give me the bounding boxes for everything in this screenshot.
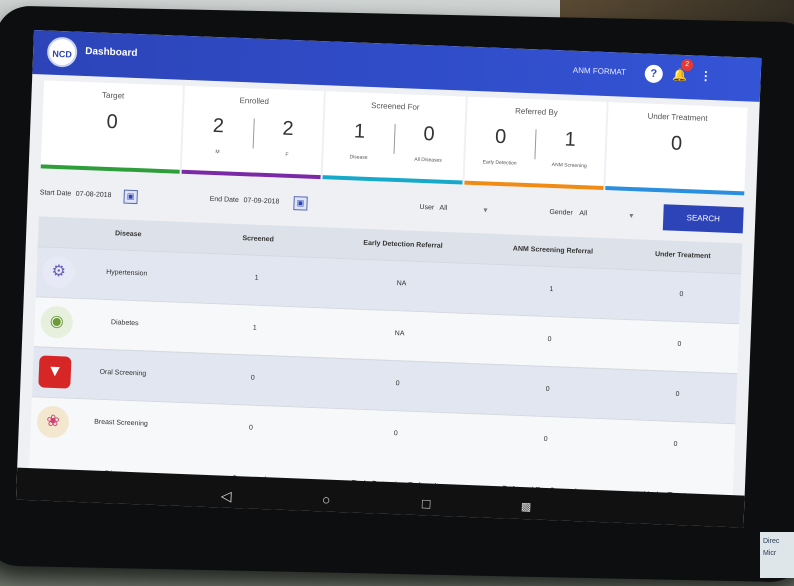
- end-date-value[interactable]: 07-09-2018: [243, 197, 279, 205]
- notification-badge: 2: [680, 58, 694, 72]
- breast-screening-icon: ❀: [36, 405, 70, 439]
- screened-left-label: Disease: [349, 154, 368, 161]
- screened-count: 0: [248, 424, 253, 432]
- end-date-label: End Date: [209, 195, 239, 204]
- early-referral-count: 0: [395, 380, 400, 388]
- anm-referral-count: 0: [547, 335, 552, 344]
- recents-icon[interactable]: □: [416, 493, 437, 514]
- start-date-label: Start Date: [39, 189, 72, 198]
- anm-referral-count: 0: [543, 435, 548, 444]
- screened-title: Screened For: [370, 101, 420, 112]
- header-anm-screening: ANM Screening Referral: [512, 245, 594, 256]
- treatment-count: 0: [677, 340, 682, 349]
- early-referral-count: NA: [394, 330, 405, 338]
- referred-anm-label: ANM Screening: [551, 161, 587, 170]
- enrolled-female-label: F: [285, 151, 289, 158]
- under-treatment-value: 0: [670, 132, 683, 155]
- start-calendar-icon[interactable]: ▣: [123, 189, 138, 205]
- treatment-count: 0: [679, 290, 684, 299]
- app-logo: NCD: [46, 36, 78, 68]
- enrolled-male-label: M: [215, 149, 220, 156]
- search-button[interactable]: SEARCH: [662, 204, 744, 234]
- disease-name: Hypertension: [105, 268, 148, 278]
- screened-count: 1: [252, 324, 257, 332]
- screened-left-value: 1: [353, 120, 366, 143]
- start-date-value[interactable]: 07-08-2018: [76, 191, 112, 199]
- referred-early-value: 0: [494, 125, 507, 149]
- screenshot-icon[interactable]: ▩: [516, 497, 537, 518]
- user-name[interactable]: ANM FORMAT: [573, 66, 626, 77]
- end-calendar-icon[interactable]: ▣: [293, 196, 308, 211]
- device-sticker: Direc Micr: [760, 532, 794, 578]
- under-treatment-title: Under Treatment: [647, 111, 708, 123]
- tablet-screen: NCD Dashboard ANM FORMAT ? 🔔 2 ⋮ Target …: [15, 30, 762, 528]
- screened-right-label: All Diseases: [414, 156, 442, 164]
- anm-referral-count: 0: [545, 385, 550, 394]
- gender-filter-select[interactable]: All: [579, 210, 587, 217]
- screened-count: 0: [250, 374, 255, 382]
- diabetes-icon: ◉: [40, 305, 74, 339]
- screened-right-value: 0: [423, 123, 436, 146]
- screened-card[interactable]: Screened For 1 0 Disease All Diseases: [322, 91, 466, 185]
- referred-anm-value: 1: [564, 128, 577, 151]
- target-value: 0: [106, 110, 119, 134]
- gender-filter-label: Gender: [549, 208, 573, 217]
- screened-count: 1: [254, 274, 259, 282]
- disease-name: Breast Screening: [93, 418, 148, 428]
- target-card[interactable]: Target 0: [40, 80, 184, 174]
- early-referral-count: NA: [396, 280, 407, 288]
- target-title: Target: [101, 90, 125, 101]
- enrolled-card[interactable]: Enrolled 2 2 M F: [181, 85, 325, 180]
- under-treatment-card[interactable]: Under Treatment 0: [605, 102, 748, 196]
- home-icon[interactable]: ○: [316, 489, 337, 510]
- enrolled-male-value: 2: [212, 114, 225, 138]
- oral-screening-icon: ▼: [38, 355, 72, 389]
- referred-early-label: Early Detection: [482, 159, 517, 167]
- referred-card[interactable]: Referred By 0 1 Early Detection ANM Scre…: [463, 96, 607, 190]
- header-under-treatment: Under Treatment: [654, 251, 711, 261]
- back-icon[interactable]: ◁: [216, 485, 237, 506]
- overflow-menu-icon[interactable]: ⋮: [696, 66, 715, 85]
- page-title: Dashboard: [85, 45, 138, 59]
- gender-dropdown-icon[interactable]: ▾: [629, 211, 633, 220]
- user-filter-select[interactable]: All: [439, 205, 447, 212]
- disease-name: Diabetes: [110, 319, 139, 328]
- user-filter-label: User: [419, 203, 435, 212]
- referred-title: Referred By: [514, 106, 558, 118]
- anm-referral-count: 1: [549, 285, 554, 294]
- enrolled-female-value: 2: [282, 117, 294, 141]
- help-icon[interactable]: ?: [644, 64, 664, 84]
- hypertension-icon: ⚙: [42, 255, 76, 289]
- treatment-count: 0: [675, 390, 680, 399]
- user-dropdown-icon[interactable]: ▾: [483, 205, 487, 214]
- treatment-count: 0: [673, 440, 678, 449]
- enrolled-title: Enrolled: [239, 95, 270, 107]
- header-disease: Disease: [114, 230, 142, 239]
- early-referral-count: 0: [393, 430, 398, 438]
- header-screened: Screened: [242, 235, 275, 244]
- disease-name: Oral Screening: [99, 368, 147, 378]
- summary-cards: Target 0 Enrolled 2 2 M F Screened For 1…: [40, 80, 748, 196]
- header-early-detection: Early Detection Referral: [363, 239, 443, 250]
